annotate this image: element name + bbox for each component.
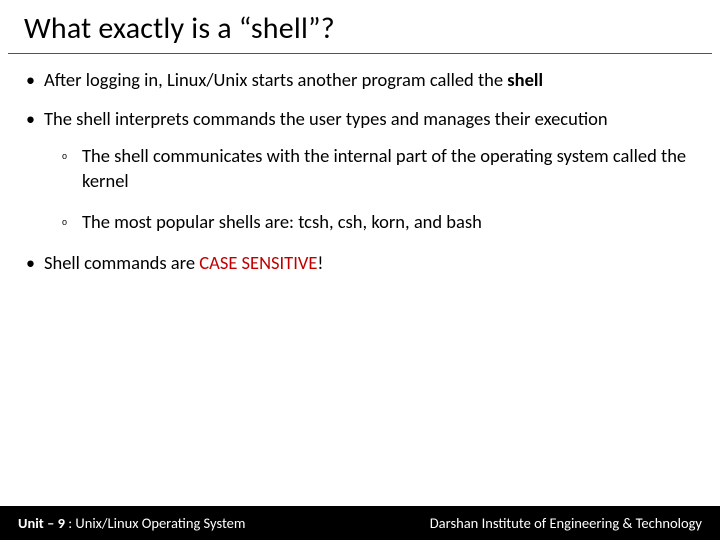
sub-bullet-1-text: The shell communicates with the internal… <box>82 144 686 192</box>
footer-right: Darshan Institute of Engineering & Techn… <box>430 514 702 532</box>
sub-bullet-2-text: The most popular shells are: tcsh, csh, … <box>82 210 482 233</box>
bullet-3-red: CASE SENSITIVE <box>199 251 317 274</box>
bullet-1-bold: shell <box>507 68 543 91</box>
title-wrap: What exactly is a “shell”? <box>8 0 712 54</box>
footer-left-rest: : Unix/Linux Operating System <box>65 514 246 532</box>
bullet-3-post: ! <box>317 251 323 274</box>
slide-footer: Unit – 9 : Unix/Linux Operating System D… <box>0 506 720 540</box>
sub-bullet-2: The most popular shells are: tcsh, csh, … <box>44 210 700 235</box>
bullet-2-text: The shell interprets commands the user t… <box>44 107 608 130</box>
bullet-1-text: After logging in, Linux/Unix starts anot… <box>44 68 507 91</box>
bullet-list: After logging in, Linux/Unix starts anot… <box>20 68 700 276</box>
sub-bullet-1: The shell communicates with the internal… <box>44 144 700 194</box>
bullet-3-pre: Shell commands are <box>44 251 199 274</box>
footer-left-bold: Unit – 9 <box>18 514 65 532</box>
slide-title: What exactly is a “shell”? <box>24 10 696 47</box>
slide-content: After logging in, Linux/Unix starts anot… <box>0 54 720 506</box>
footer-left: Unit – 9 : Unix/Linux Operating System <box>18 514 245 532</box>
slide: What exactly is a “shell”? After logging… <box>0 0 720 540</box>
bullet-item-2: The shell interprets commands the user t… <box>20 107 700 235</box>
sub-bullet-list: The shell communicates with the internal… <box>44 144 700 235</box>
bullet-item-1: After logging in, Linux/Unix starts anot… <box>20 68 700 93</box>
bullet-item-3: Shell commands are CASE SENSITIVE! <box>20 251 700 276</box>
